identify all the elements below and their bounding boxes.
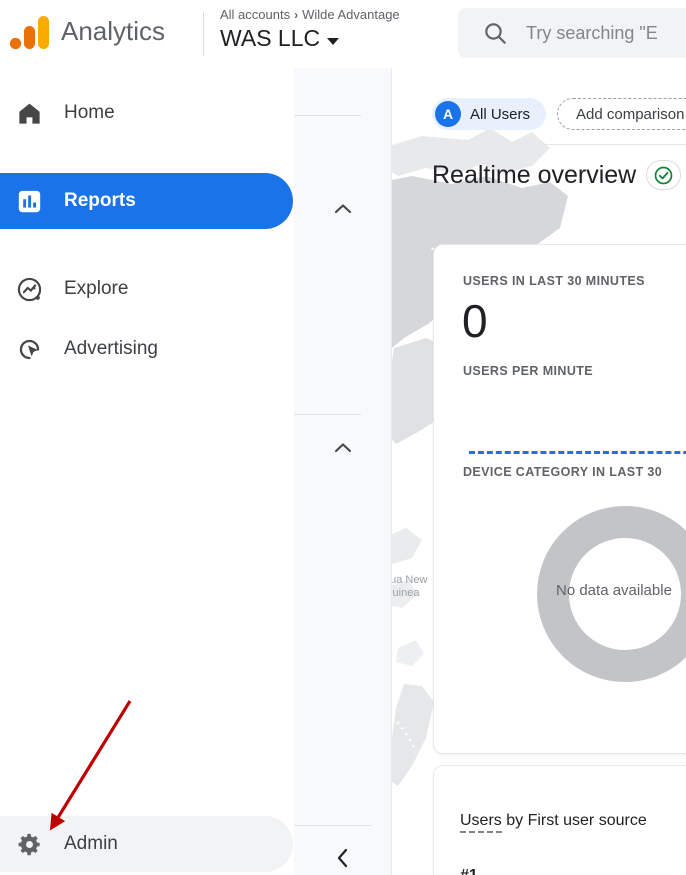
- sidebar-item-advertising[interactable]: Advertising: [0, 321, 293, 377]
- page-title: Realtime overview: [432, 160, 637, 189]
- users-in-last-30-minutes-label: USERS IN LAST 30 MINUTES: [463, 274, 645, 288]
- card-title-users-by-first-user-source[interactable]: Users by First user source: [460, 812, 647, 833]
- brand-name: Analytics: [61, 16, 166, 46]
- page-title-row: Realtime overview: [432, 160, 682, 190]
- home-icon: [12, 96, 46, 130]
- topbar-divider: [203, 12, 204, 56]
- breadcrumb-separator-icon: ›: [294, 8, 299, 22]
- primary-sidebar: Home Reports Explore Advertising Admin: [0, 68, 294, 875]
- users-by-first-user-source-card: Users by First user source #1 -: [433, 765, 686, 875]
- chevron-up-icon: [334, 443, 352, 453]
- top-app-bar: Analytics All accounts › Wilde Advantage W…: [0, 0, 686, 68]
- rank-row: #1 -: [460, 867, 495, 875]
- realtime-users-card: USERS IN LAST 30 MINUTES 0 USERS PER MIN…: [433, 244, 686, 754]
- sidebar-item-explore[interactable]: Explore: [0, 261, 293, 317]
- sidebar-item-label: Admin: [64, 833, 118, 854]
- subnav-divider-top: [294, 115, 361, 116]
- green-check-circle-icon: [654, 166, 673, 184]
- analytics-app-window: pua New Guinea A All Users: [0, 0, 686, 875]
- sidebar-item-label: Advertising: [64, 338, 158, 359]
- subnav-collapse-button[interactable]: [294, 846, 392, 873]
- account-name: WAS LLC: [220, 25, 321, 51]
- realtime-status-badge[interactable]: [646, 160, 682, 190]
- add-comparison-button[interactable]: Add comparison: [557, 98, 686, 130]
- chevron-up-icon: [334, 204, 352, 214]
- sidebar-item-admin[interactable]: Admin: [0, 816, 293, 872]
- sidebar-item-label: Home: [64, 102, 115, 123]
- sidebar-bottom-section: Admin: [0, 816, 293, 872]
- secondary-nav-panel: [294, 68, 392, 875]
- chevron-left-icon: [337, 848, 348, 868]
- sidebar-item-label: Explore: [64, 278, 129, 299]
- users-in-last-30-minutes-value: 0: [462, 295, 488, 347]
- card-title-rest: by First user source: [501, 812, 647, 829]
- rank-number: #1: [460, 867, 478, 875]
- breadcrumb[interactable]: All accounts › Wilde Advantage: [220, 7, 400, 22]
- device-category-label: DEVICE CATEGORY IN LAST 30: [463, 465, 663, 479]
- sidebar-item-home[interactable]: Home: [0, 85, 293, 141]
- chevron-down-icon: [327, 38, 340, 45]
- explore-icon: [12, 272, 46, 306]
- subnav-divider-bottom: [294, 825, 372, 826]
- segment-chip-label: All Users: [470, 105, 531, 123]
- chips-divider: [432, 144, 686, 145]
- gear-icon: [12, 827, 46, 861]
- advertising-cursor-icon: [12, 332, 46, 366]
- subnav-section-chevron-1[interactable]: [294, 201, 392, 219]
- no-data-available-text: No data available: [556, 582, 672, 599]
- card-title-dashed-dimension: Users: [460, 812, 502, 833]
- avatar: A: [435, 101, 461, 127]
- breadcrumb-property[interactable]: Wilde Advantage: [302, 7, 400, 22]
- subnav-section-chevron-2[interactable]: [294, 440, 392, 458]
- bar-chart-icon: [12, 184, 46, 218]
- search-input[interactable]: Try searching "E: [458, 8, 686, 58]
- add-comparison-label: Add comparison: [576, 105, 685, 123]
- breadcrumb-all-accounts[interactable]: All accounts: [220, 7, 290, 22]
- users-per-minute-bar-chart: [469, 451, 686, 454]
- segment-chip-all-users[interactable]: A All Users: [432, 98, 547, 130]
- subnav-divider-mid: [294, 414, 361, 415]
- rank-value: -: [490, 867, 495, 875]
- search-icon: [485, 23, 506, 44]
- comparison-chips-row: A All Users Add comparison: [432, 98, 686, 130]
- google-analytics-logo: [9, 16, 49, 50]
- report-content-overlay: A All Users Add comparison Realtime over…: [392, 68, 686, 875]
- users-per-minute-label: USERS PER MINUTE: [463, 364, 594, 378]
- account-switcher[interactable]: WAS LLC: [220, 25, 340, 52]
- search-placeholder: Try searching "E: [526, 22, 658, 43]
- sidebar-item-label: Reports: [64, 190, 136, 211]
- device-category-donut: No data available: [530, 499, 686, 689]
- sidebar-item-reports[interactable]: Reports: [0, 173, 293, 229]
